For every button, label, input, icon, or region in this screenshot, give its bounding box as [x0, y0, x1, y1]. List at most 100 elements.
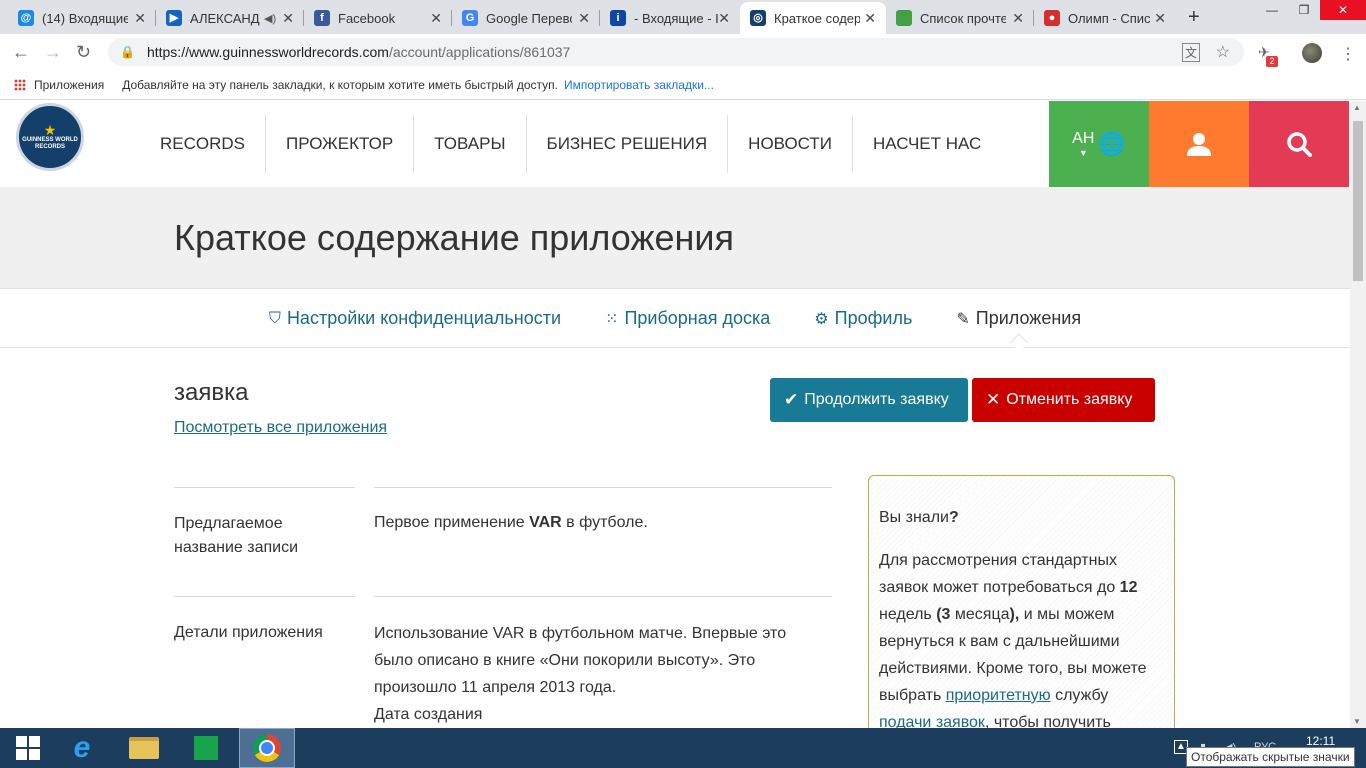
chrome-icon	[253, 734, 281, 762]
page-title: Краткое содержание приложения	[174, 217, 734, 258]
nav-business[interactable]: БИЗНЕС РЕШЕНИЯ	[527, 115, 729, 173]
tab-profile[interactable]: ⚙ Профиль	[814, 308, 912, 329]
nav-about[interactable]: НАСЧЕТ НАС	[853, 115, 1001, 173]
tip-text: месяца	[950, 606, 1010, 623]
apps-grid-icon	[14, 78, 26, 91]
scroll-thumb[interactable]	[1353, 121, 1363, 281]
url-path: /account/applications/861037	[388, 44, 571, 60]
close-tab-icon[interactable]: ✕	[430, 10, 442, 27]
tab-label: Приборная доска	[624, 308, 771, 328]
browser-tab[interactable]: G Google Перево ✕	[452, 2, 600, 34]
forward-icon[interactable]: →	[44, 42, 62, 63]
profile-avatar[interactable]	[1302, 43, 1322, 63]
taskbar-explorer[interactable]	[116, 728, 172, 768]
tab-title: (14) Входящие	[42, 10, 128, 26]
caret-down-icon: ▼	[1078, 148, 1088, 158]
browser-tab[interactable]: i - Входящие - I ✕	[600, 2, 740, 34]
page-scrollbar[interactable]: ▲ ▼	[1350, 101, 1366, 728]
did-you-know-box: Вы знали? Для рассмотрения стандартных з…	[868, 475, 1175, 728]
nav-products[interactable]: ТОВАРЫ	[414, 115, 527, 173]
list-icon	[896, 10, 912, 26]
bookmark-star-icon[interactable]: ☆	[1216, 42, 1230, 62]
globe-icon: 🌐	[1098, 131, 1126, 156]
restore-icon[interactable]: ❐	[1288, 0, 1320, 20]
view-all-applications-link[interactable]: Посмотреть все приложения	[174, 419, 387, 437]
tab-applications[interactable]: ✎ Приложения	[956, 308, 1081, 329]
divider	[374, 487, 832, 488]
search-button[interactable]	[1249, 101, 1349, 187]
details-text: Использование VAR в футбольном матче. Вп…	[374, 625, 787, 696]
value-text: в футболе.	[561, 514, 648, 531]
minimize-icon[interactable]: —	[1256, 0, 1288, 20]
taskbar-ie[interactable]: e	[54, 728, 110, 768]
browser-tab-active[interactable]: ◎ Краткое содер ✕	[740, 2, 886, 34]
clock-time[interactable]: 12:11	[1306, 734, 1335, 748]
tab-dashboard[interactable]: ⁙ Приборная доска	[605, 308, 770, 329]
browser-tab[interactable]: Список прочте ✕	[886, 2, 1034, 34]
translate-page-icon[interactable]: 文	[1181, 42, 1200, 62]
close-tab-icon[interactable]: ✕	[578, 10, 590, 27]
menu-icon[interactable]: ⋮	[1340, 44, 1356, 64]
import-bookmarks-link[interactable]: Импортировать закладки...	[564, 78, 714, 92]
close-window-icon[interactable]: ✕	[1320, 0, 1366, 20]
tip-title-text: Вы знали	[879, 509, 949, 526]
scroll-up-icon[interactable]: ▲	[1353, 103, 1361, 112]
audio-icon[interactable]: ◀)	[264, 12, 276, 25]
start-button[interactable]	[0, 728, 56, 768]
close-tab-icon[interactable]: ✕	[282, 10, 294, 27]
folder-icon	[129, 737, 159, 759]
nav-records[interactable]: RECORDS	[140, 115, 267, 173]
new-tab-button[interactable]: +	[1188, 6, 1200, 29]
value-bold: VAR	[529, 514, 562, 531]
tab-title: Google Перево	[486, 10, 572, 26]
details-label: Детали приложения	[174, 624, 323, 641]
store-icon	[194, 736, 218, 760]
internet-explorer-icon: e	[73, 731, 91, 764]
search-icon	[1287, 132, 1312, 157]
close-tab-icon[interactable]: ✕	[1154, 10, 1166, 27]
guinness-logo[interactable]: ★ GUINNESS WORLD RECORDS	[16, 103, 84, 171]
tab-label: Профиль	[834, 308, 913, 328]
info-icon: i	[610, 10, 626, 26]
olimp-icon: ●	[1044, 10, 1060, 26]
priority-service-link[interactable]: приоритетную	[946, 687, 1051, 704]
browser-tab-strip: @ (14) Входящие ✕ ▶ АЛЕКСАНД ◀) ✕ f Face…	[0, 0, 1366, 34]
close-tab-icon[interactable]: ✕	[864, 10, 876, 27]
browser-tab[interactable]: @ (14) Входящие ✕	[8, 2, 156, 34]
browser-tab[interactable]: ▶ АЛЕКСАНД ◀) ✕	[156, 2, 304, 34]
tab-privacy[interactable]: ⛉ Настройки конфиденциальности	[269, 308, 561, 329]
details-value: Использование VAR в футбольном матче. Вп…	[374, 620, 824, 728]
gears-icon: ⚙	[814, 310, 829, 328]
close-tab-icon[interactable]: ✕	[134, 10, 146, 27]
cancel-application-button[interactable]: ✕ Отменить заявку	[972, 378, 1155, 422]
taskbar-store[interactable]	[178, 728, 234, 768]
application-service-link[interactable]: подачи заявок	[879, 714, 985, 728]
taskbar-chrome[interactable]	[239, 728, 295, 768]
video-icon: ▶	[166, 10, 182, 26]
facebook-icon: f	[314, 10, 330, 26]
browser-tab[interactable]: f Facebook ✕	[304, 2, 452, 34]
nav-news[interactable]: НОВОСТИ	[728, 115, 853, 173]
tab-title: Олимп - Спис	[1068, 10, 1151, 26]
language-button[interactable]: АН ▼ 🌐	[1049, 101, 1149, 187]
guinness-icon: ◎	[750, 10, 766, 26]
tab-title: Краткое содер	[774, 10, 860, 26]
scroll-down-icon[interactable]: ▼	[1353, 717, 1361, 726]
tip-text: , чтобы получить	[984, 714, 1111, 728]
grid-icon: ⁙	[605, 310, 619, 328]
tip-text: Для рассмотрения стандартных заявок може…	[879, 552, 1120, 596]
browser-tab[interactable]: ● Олимп - Спис ✕	[1034, 2, 1176, 34]
address-bar[interactable]: 🔒 https://www.guinnessworldrecords.com/a…	[108, 38, 1244, 66]
nav-spotlight[interactable]: ПРОЖЕКТОР	[266, 115, 415, 173]
language-label: АН	[1072, 130, 1095, 147]
reload-icon[interactable]: ↻	[76, 42, 91, 63]
continue-application-button[interactable]: ✔ Продолжить заявку	[770, 378, 968, 422]
account-button[interactable]	[1149, 101, 1249, 187]
close-tab-icon[interactable]: ✕	[1012, 10, 1024, 27]
windows-logo-icon	[16, 736, 40, 760]
close-tab-icon[interactable]: ✕	[718, 10, 730, 27]
close-icon: ✕	[986, 390, 1001, 409]
back-icon[interactable]: ←	[12, 42, 30, 63]
bookmarks-apps-link[interactable]: Приложения	[34, 78, 104, 92]
edit-icon: ✎	[956, 310, 970, 328]
